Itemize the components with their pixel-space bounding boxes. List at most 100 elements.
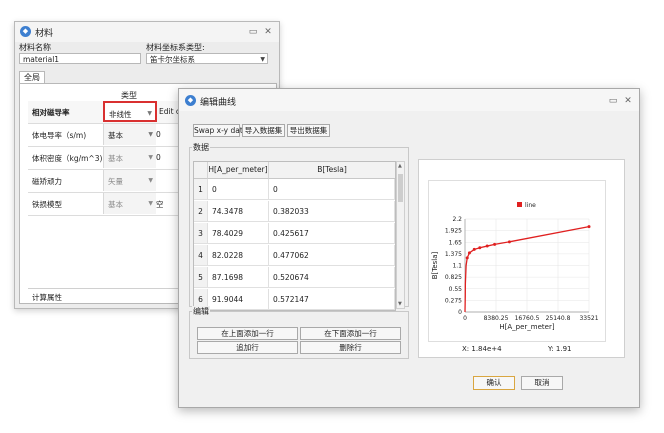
close-icon[interactable]: ✕ — [262, 26, 274, 38]
legend-label: line — [525, 202, 536, 209]
table-scrollbar[interactable]: ▲ ▼ — [396, 161, 405, 309]
edit-group-label: 编辑 — [192, 306, 210, 317]
data-point — [485, 244, 489, 248]
data-point — [472, 247, 476, 251]
chevron-down-icon: ▼ — [148, 200, 153, 207]
material-window-titlebar: ◆ 材料 ▭ ✕ — [15, 22, 279, 42]
add-row-below-button[interactable]: 在下面添加一行 — [300, 327, 401, 340]
property-type-select[interactable]: 基本 ▼ — [103, 124, 156, 145]
property-type-select[interactable]: 非线性 ▼ — [103, 101, 157, 122]
scroll-down-icon[interactable]: ▼ — [398, 301, 402, 307]
chevron-down-icon: ▼ — [148, 154, 153, 161]
x-tick-label: 0 — [463, 315, 467, 322]
material-name-input[interactable]: material1 — [19, 53, 141, 64]
import-dataset-button[interactable]: 导入数据集 — [242, 124, 285, 137]
x-tick-label: 25140.8 — [546, 315, 571, 322]
b-cell[interactable]: 0.572147 — [269, 289, 395, 310]
cursor-x-readout: X: 1.84e+4 — [462, 345, 502, 353]
h-cell[interactable]: 78.4029 — [208, 223, 269, 244]
h-cell[interactable]: 0 — [208, 179, 269, 200]
property-name: 体电导率（s/m) — [32, 131, 87, 140]
edit-curve-titlebar: ◆ 编辑曲线 ▭ ✕ — [179, 89, 639, 111]
property-value[interactable]: 0 — [156, 153, 161, 162]
property-row-iron-loss[interactable]: 铁损模型 基本 ▼ 空 — [28, 193, 190, 216]
swap-xy-button[interactable]: Swap x-y data — [193, 124, 247, 137]
b-cell[interactable]: 0.382033 — [269, 201, 395, 222]
y-tick-label: 1.925 — [445, 228, 462, 235]
property-name: 磁矫顽力 — [32, 177, 62, 186]
property-row-density[interactable]: 体积密度（kg/m^3) 基本 ▼ 0 — [28, 147, 190, 170]
property-row-conductivity[interactable]: 体电导率（s/m) 基本 ▼ 0 — [28, 124, 190, 147]
y-tick-label: 1.375 — [445, 251, 462, 258]
property-type: 基本 — [108, 200, 123, 209]
b-cell[interactable]: 0.520674 — [269, 267, 395, 288]
property-name: 铁损模型 — [32, 200, 62, 209]
table-corner — [194, 162, 208, 179]
bh-curve-chart[interactable]: 0 0.275 0.55 0.825 1.1 1.375 1.65 1.925 2.2 0 8380… — [429, 181, 605, 341]
app-icon: ◆ — [185, 95, 196, 106]
material-window-title: 材料 — [35, 29, 54, 39]
b-cell[interactable]: 0.477062 — [269, 245, 395, 266]
y-tick-label: 0.825 — [445, 274, 462, 281]
add-row-above-button[interactable]: 在上面添加一行 — [197, 327, 298, 340]
y-tick-label: 0 — [458, 309, 462, 316]
property-type: 矢量 — [108, 177, 123, 186]
data-point — [507, 240, 511, 244]
chevron-down-icon: ▼ — [148, 131, 153, 138]
data-table[interactable]: H[A_per_meter] B[Tesla] 1 0 0 2 74.3478 0.382… — [193, 161, 396, 311]
property-value[interactable]: 0 — [156, 130, 161, 139]
y-tick-label: 0.275 — [445, 297, 462, 304]
data-point — [587, 225, 591, 229]
chevron-down-icon: ▼ — [148, 177, 153, 184]
coord-type-label: 材料坐标系类型: — [146, 43, 205, 52]
b-cell[interactable]: 0 — [269, 179, 395, 200]
property-type-select[interactable]: 矢量 ▼ — [103, 170, 156, 191]
export-dataset-button[interactable]: 导出数据集 — [287, 124, 330, 137]
close-icon[interactable]: ✕ — [622, 95, 634, 107]
column-header-b[interactable]: B[Tesla] — [269, 162, 395, 179]
ok-button[interactable]: 确认 — [473, 376, 515, 390]
property-type: 非线性 — [109, 110, 132, 119]
chevron-down-icon: ▼ — [147, 110, 152, 117]
coord-type-select[interactable]: 笛卡尔坐标系 ▼ — [146, 53, 268, 64]
scroll-up-icon[interactable]: ▲ — [398, 163, 402, 169]
h-cell[interactable]: 74.3478 — [208, 201, 269, 222]
data-point — [467, 251, 471, 255]
legend-swatch — [517, 202, 522, 207]
cursor-y-readout: Y: 1.91 — [548, 345, 572, 353]
property-type: 基本 — [108, 154, 123, 163]
property-type-select[interactable]: 基本 ▼ — [103, 193, 156, 214]
property-value[interactable]: 空 — [156, 199, 164, 210]
h-cell[interactable]: 87.1698 — [208, 267, 269, 288]
row-index: 2 — [194, 201, 208, 222]
x-tick-label: 8380.25 — [484, 315, 509, 322]
cancel-button[interactable]: 取消 — [521, 376, 563, 390]
property-name: 相对磁导率 — [32, 108, 70, 117]
x-tick-label: 33521 — [579, 315, 598, 322]
scroll-thumb[interactable] — [398, 174, 403, 202]
row-index: 4 — [194, 245, 208, 266]
y-tick-label: 2.2 — [452, 216, 462, 223]
y-axis-label: B[Tesla] — [431, 251, 439, 279]
property-row-coercivity[interactable]: 磁矫顽力 矢量 ▼ — [28, 170, 190, 193]
data-point — [493, 242, 497, 246]
h-cell[interactable]: 91.9044 — [208, 289, 269, 310]
data-point — [478, 246, 482, 250]
chat-icon[interactable]: ▭ — [247, 26, 259, 38]
property-row-permeability[interactable]: 相对磁导率 非线性 ▼ Edit curve — [28, 101, 197, 124]
chat-icon[interactable]: ▭ — [607, 95, 619, 107]
data-point — [465, 256, 469, 260]
property-type-select[interactable]: 基本 ▼ — [103, 147, 156, 168]
chevron-down-icon: ▼ — [260, 56, 265, 63]
h-cell[interactable]: 82.0228 — [208, 245, 269, 266]
y-tick-label: 0.55 — [449, 286, 463, 293]
y-tick-label: 1.65 — [449, 239, 463, 246]
app-icon: ◆ — [20, 26, 31, 37]
column-header-h[interactable]: H[A_per_meter] — [208, 162, 269, 179]
b-cell[interactable]: 0.425617 — [269, 223, 395, 244]
coord-type-value: 笛卡尔坐标系 — [150, 55, 195, 64]
edit-curve-window: ◆ 编辑曲线 ▭ ✕ Swap x-y data 导入数据集 导出数据集 数据 … — [178, 88, 640, 408]
append-row-button[interactable]: 追加行 — [197, 341, 298, 354]
delete-row-button[interactable]: 删除行 — [300, 341, 401, 354]
x-tick-label: 16760.5 — [515, 315, 540, 322]
